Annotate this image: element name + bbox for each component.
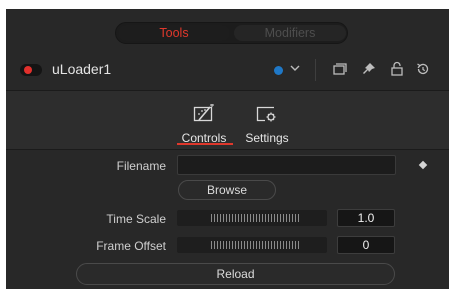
lock-icon[interactable] bbox=[389, 61, 405, 77]
reset-icon[interactable] bbox=[415, 61, 431, 77]
reload-button[interactable]: Reload bbox=[76, 263, 395, 285]
versions-icon[interactable] bbox=[332, 61, 348, 77]
tab-divider bbox=[6, 149, 449, 150]
inspector-panel: Tools Modifiers uLoader1 Controls Settin… bbox=[6, 9, 449, 289]
slider-ticks bbox=[211, 214, 299, 222]
inspector-tabs: Controls Settings bbox=[6, 91, 449, 149]
header-separator bbox=[315, 59, 316, 81]
tab-label: Settings bbox=[245, 131, 289, 145]
tools-tab[interactable]: Tools bbox=[118, 25, 230, 41]
slider-ticks bbox=[211, 241, 299, 249]
power-dot-icon bbox=[24, 66, 32, 74]
frame-offset-slider[interactable] bbox=[177, 237, 327, 253]
filename-label: Filename bbox=[116, 159, 166, 173]
controls-icon bbox=[193, 104, 214, 122]
browse-button[interactable]: Browse bbox=[178, 180, 276, 200]
tab-controls[interactable]: Controls bbox=[174, 91, 234, 149]
color-swatch-icon[interactable] bbox=[274, 66, 283, 75]
filename-field[interactable] bbox=[177, 155, 396, 175]
keyframe-diamond-icon[interactable] bbox=[418, 160, 428, 170]
tools-modifiers-toggle: Tools Modifiers bbox=[115, 22, 348, 44]
tool-enable-toggle[interactable] bbox=[20, 64, 42, 76]
chevron-down-icon[interactable] bbox=[289, 62, 301, 74]
time-scale-value[interactable]: 1.0 bbox=[337, 209, 395, 227]
settings-icon bbox=[256, 106, 276, 122]
tab-settings[interactable]: Settings bbox=[240, 91, 294, 149]
modifiers-tab[interactable]: Modifiers bbox=[234, 25, 346, 41]
frame-offset-value[interactable]: 0 bbox=[337, 236, 395, 254]
tool-header: uLoader1 bbox=[6, 55, 449, 89]
time-scale-slider[interactable] bbox=[177, 210, 327, 226]
active-tab-indicator bbox=[177, 143, 233, 145]
tool-name[interactable]: uLoader1 bbox=[52, 61, 111, 77]
frame-offset-label: Frame Offset bbox=[96, 239, 166, 253]
pin-icon[interactable] bbox=[361, 61, 377, 77]
time-scale-label: Time Scale bbox=[106, 212, 166, 226]
